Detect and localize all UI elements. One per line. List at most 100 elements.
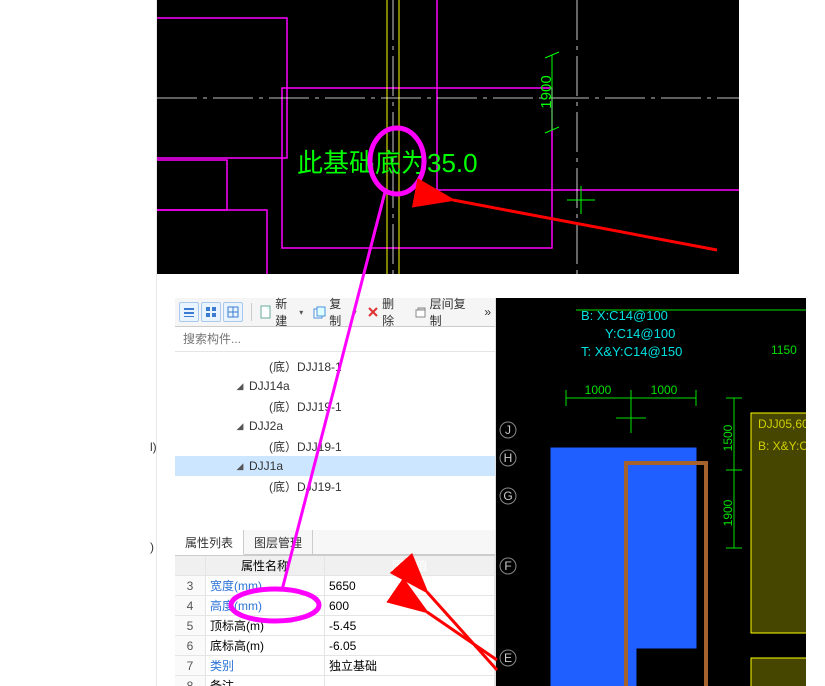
expand-icon[interactable] xyxy=(255,481,265,491)
expand-icon[interactable] xyxy=(255,401,265,411)
footing-label: B: X&Y:C1 xyxy=(758,439,806,453)
tree-label: (底）DJJ19-1 xyxy=(269,478,342,495)
expand-icon[interactable] xyxy=(255,441,265,451)
rebar-text: T: X&Y:C14@150 xyxy=(581,344,682,359)
tab-properties[interactable]: 属性列表 xyxy=(175,530,244,555)
grid-bubble: H xyxy=(504,451,513,465)
layer-copy-button[interactable]: 层间复制 xyxy=(410,293,477,331)
expand-icon[interactable]: ◢ xyxy=(235,381,245,391)
row-index: 4 xyxy=(175,596,206,615)
tree-item[interactable]: (底）DJJ19-1 xyxy=(175,476,495,496)
delete-label: 删除 xyxy=(382,295,403,329)
prop-value[interactable]: 600 xyxy=(325,596,495,615)
grid-bubble: J xyxy=(505,423,511,437)
view-tree-icon[interactable] xyxy=(201,302,221,322)
dropdown-icon: ▾ xyxy=(299,308,303,317)
new-button[interactable]: 新建 ▾ xyxy=(256,293,307,331)
rebar-text: B: X:C14@100 xyxy=(581,308,668,323)
header-idx xyxy=(175,556,206,575)
view-grid-icon[interactable] xyxy=(223,302,243,322)
property-row[interactable]: 5顶标高(m)-5.45 xyxy=(175,616,495,636)
toolbar-more-button[interactable]: » xyxy=(480,303,495,321)
search-row xyxy=(175,327,495,352)
tree-label: (底）DJJ19-1 xyxy=(269,438,342,455)
property-grid: 属性名称 属性值 3宽度(mm)56504高度(mm)6005顶标高(m)-5.… xyxy=(175,555,495,686)
cad-viewport-top[interactable]: 1900 此基础底为35.0 xyxy=(157,0,739,274)
property-row[interactable]: 8备注 xyxy=(175,676,495,686)
prop-name: 底标高(m) xyxy=(206,636,325,655)
footprint-rect xyxy=(437,0,739,190)
dim-text: 1500 xyxy=(721,424,735,451)
prop-value[interactable]: -5.45 xyxy=(325,616,495,635)
dropdown-icon: ▾ xyxy=(353,308,357,317)
grid-bubble: F xyxy=(504,559,511,573)
more-label: » xyxy=(484,305,491,319)
prop-value[interactable]: -6.05 xyxy=(325,636,495,655)
tree-label: DJJ2a xyxy=(249,419,283,433)
prop-value[interactable]: 5650 xyxy=(325,576,495,595)
dim-text: 1900 xyxy=(538,75,555,108)
tree-item[interactable]: (底）DJJ19-1 xyxy=(175,396,495,416)
dim-text: 1000 xyxy=(585,383,612,397)
stub-text: l) xyxy=(150,440,157,454)
property-row[interactable]: 3宽度(mm)5650 xyxy=(175,576,495,596)
header-name: 属性名称 xyxy=(206,556,325,575)
expand-icon[interactable]: ◢ xyxy=(235,461,245,471)
copy-icon xyxy=(313,305,326,319)
layer-copy-label: 层间复制 xyxy=(430,295,473,329)
grid-bubble: G xyxy=(503,489,512,503)
stub-text: ) xyxy=(150,540,154,554)
row-index: 3 xyxy=(175,576,206,595)
tree-item[interactable]: ◢ DJJ2a xyxy=(175,416,495,436)
footprint-rect xyxy=(157,18,287,158)
cad-viewport-bottom[interactable]: J H G F E xyxy=(496,298,806,686)
expand-icon[interactable] xyxy=(255,361,265,371)
tree-label: (底）DJJ19-1 xyxy=(269,398,342,415)
new-label: 新建 xyxy=(275,295,296,329)
property-row[interactable]: 4高度(mm)600 xyxy=(175,596,495,616)
annotation-text: 此基础底为35.0 xyxy=(297,148,478,178)
prop-value[interactable] xyxy=(325,676,495,686)
toolbar: 新建 ▾ 复制 ▾ 删除 xyxy=(175,298,495,327)
dim-text: 1150 xyxy=(771,343,797,357)
prop-name: 高度(mm) xyxy=(206,596,325,615)
tree-item[interactable]: ◢DJJ1a xyxy=(175,456,495,476)
expand-icon[interactable]: ◢ xyxy=(235,421,245,431)
layer-copy-icon xyxy=(414,305,427,319)
prop-name: 备注 xyxy=(206,676,325,686)
tree-label: (底）DJJ18-1 xyxy=(269,358,342,375)
copy-button[interactable]: 复制 ▾ xyxy=(309,293,360,331)
tree-item[interactable]: ◢DJJ14a xyxy=(175,376,495,396)
tree-item[interactable]: (底）DJJ19-1 xyxy=(175,436,495,456)
component-tree[interactable]: (底）DJJ18-1◢DJJ14a (底）DJJ19-1 ◢ DJJ2a (底）DJJ1… xyxy=(175,352,495,530)
prop-name: 类别 xyxy=(206,656,325,675)
adjacent-footing xyxy=(751,658,806,686)
property-row[interactable]: 7类别独立基础 xyxy=(175,656,495,676)
selected-footing[interactable] xyxy=(551,448,696,686)
property-row[interactable]: 6底标高(m)-6.05 xyxy=(175,636,495,656)
view-list-icon[interactable] xyxy=(179,302,199,322)
prop-value[interactable]: 独立基础 xyxy=(325,656,495,675)
prop-name: 宽度(mm) xyxy=(206,576,325,595)
grid-bubble: E xyxy=(504,651,512,665)
dim-text: 1900 xyxy=(721,499,735,526)
delete-icon xyxy=(367,305,380,319)
new-icon xyxy=(260,305,272,319)
property-tabs: 属性列表 图层管理 xyxy=(175,530,495,555)
row-index: 8 xyxy=(175,676,206,686)
tree-item[interactable]: (底）DJJ18-1 xyxy=(175,356,495,376)
tab-layers[interactable]: 图层管理 xyxy=(244,530,313,554)
app-left-panel: 新建 ▾ 复制 ▾ 删除 xyxy=(175,298,496,686)
search-input[interactable] xyxy=(181,331,489,347)
row-index: 5 xyxy=(175,616,206,635)
rebar-text: Y:C14@100 xyxy=(605,326,675,341)
delete-button[interactable]: 删除 xyxy=(363,293,408,331)
header-value: 属性值 xyxy=(325,556,495,575)
footprint-rect xyxy=(157,210,267,274)
dim-text: 1000 xyxy=(651,383,678,397)
row-index: 6 xyxy=(175,636,206,655)
row-index: 7 xyxy=(175,656,206,675)
properties-app: 新建 ▾ 复制 ▾ 删除 xyxy=(175,298,806,686)
copy-label: 复制 xyxy=(329,295,349,329)
prop-name: 顶标高(m) xyxy=(206,616,325,635)
